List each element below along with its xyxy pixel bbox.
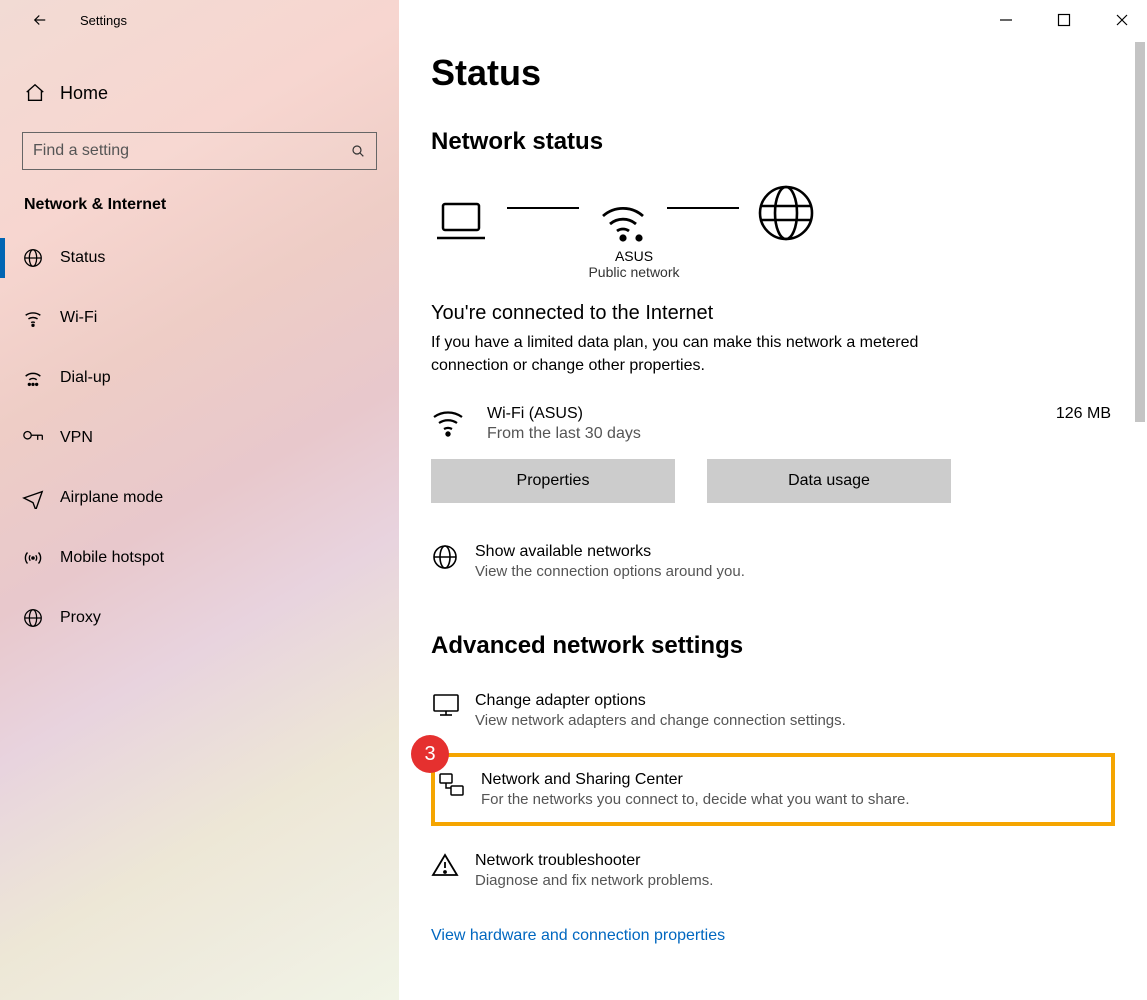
change-adapter-options[interactable]: Change adapter options View network adap… <box>431 688 1115 733</box>
wifi-usage: 126 MB <box>1056 405 1111 423</box>
wifi-name: Wi-Fi (ASUS) <box>487 405 1056 423</box>
sidebar-item-label: Mobile hotspot <box>60 549 164 567</box>
globe-icon <box>22 247 44 269</box>
minimize-icon <box>999 13 1013 27</box>
link-title: Network and Sharing Center <box>481 771 910 789</box>
adapter-icon <box>431 692 461 718</box>
link-title: Change adapter options <box>475 692 846 710</box>
scrollbar-thumb[interactable] <box>1135 42 1145 422</box>
internet-globe-icon <box>757 184 815 242</box>
sidebar-item-hotspot[interactable]: Mobile hotspot <box>0 528 399 588</box>
view-hardware-link[interactable]: View hardware and connection properties <box>431 927 725 945</box>
sidebar-item-label: Proxy <box>60 609 101 627</box>
sidebar-item-label: Wi-Fi <box>60 309 97 327</box>
wifi-icon <box>22 307 44 329</box>
home-label: Home <box>60 83 108 104</box>
maximize-icon <box>1057 13 1071 27</box>
link-sub: For the networks you connect to, decide … <box>481 791 910 808</box>
maximize-button[interactable] <box>1051 13 1077 27</box>
warning-icon <box>431 852 459 878</box>
page-title: Status <box>431 52 1115 94</box>
sidebar-item-label: Status <box>60 249 105 267</box>
search-input[interactable] <box>33 142 350 160</box>
data-usage-button[interactable]: Data usage <box>707 459 951 503</box>
show-available-networks[interactable]: Show available networks View the connect… <box>431 539 1115 584</box>
sidebar-item-label: Dial-up <box>60 369 111 387</box>
close-icon <box>1115 13 1129 27</box>
search-icon <box>350 143 366 159</box>
sidebar: Settings Home Network & Internet Status … <box>0 0 399 1000</box>
link-sub: View network adapters and change connect… <box>475 712 846 729</box>
back-button[interactable] <box>20 0 60 40</box>
wifi-usage-row: Wi-Fi (ASUS) From the last 30 days 126 M… <box>431 405 1115 443</box>
sidebar-section-title: Network & Internet <box>0 170 399 228</box>
highlight-step-3: 3 Network and Sharing Center For the net… <box>431 753 1115 826</box>
wifi-sub: From the last 30 days <box>487 425 1056 443</box>
diagram-network-type: Public network <box>579 264 689 280</box>
search-box[interactable] <box>22 132 377 170</box>
laptop-icon <box>433 198 489 242</box>
minimize-button[interactable] <box>993 13 1019 27</box>
network-sharing-center[interactable]: Network and Sharing Center For the netwo… <box>437 767 1105 812</box>
properties-button[interactable]: Properties <box>431 459 675 503</box>
link-sub: Diagnose and fix network problems. <box>475 872 713 889</box>
wifi-signal-icon <box>597 198 649 242</box>
close-button[interactable] <box>1109 13 1135 27</box>
network-status-heading: Network status <box>431 128 1115 156</box>
hotspot-icon <box>22 547 44 569</box>
sidebar-item-label: Airplane mode <box>60 489 163 507</box>
wifi-icon <box>431 407 465 437</box>
network-troubleshooter[interactable]: Network troubleshooter Diagnose and fix … <box>431 848 1115 893</box>
connected-desc: If you have a limited data plan, you can… <box>431 331 951 377</box>
dialup-icon <box>22 367 44 389</box>
arrow-left-icon <box>31 11 49 29</box>
home-icon <box>24 82 46 104</box>
main-content: Status Network status ASUS Public networ… <box>399 0 1147 1000</box>
advanced-heading: Advanced network settings <box>431 632 1115 660</box>
sidebar-item-label: VPN <box>60 429 93 447</box>
network-diagram <box>433 182 1115 242</box>
globe-icon <box>431 543 459 571</box>
window-title: Settings <box>80 13 127 28</box>
sidebar-item-vpn[interactable]: VPN <box>0 408 399 468</box>
sidebar-home[interactable]: Home <box>0 72 399 114</box>
airplane-icon <box>22 487 44 509</box>
connected-heading: You're connected to the Internet <box>431 302 1115 325</box>
sidebar-item-status[interactable]: Status <box>0 228 399 288</box>
proxy-icon <box>22 607 44 629</box>
sharing-icon <box>437 771 467 799</box>
scrollbar[interactable] <box>1133 42 1147 996</box>
vpn-icon <box>22 428 46 448</box>
diagram-ssid: ASUS <box>579 248 689 264</box>
link-sub: View the connection options around you. <box>475 563 745 580</box>
sidebar-item-proxy[interactable]: Proxy <box>0 588 399 648</box>
sidebar-item-dialup[interactable]: Dial-up <box>0 348 399 408</box>
link-title: Network troubleshooter <box>475 852 713 870</box>
link-title: Show available networks <box>475 543 745 561</box>
sidebar-item-wifi[interactable]: Wi-Fi <box>0 288 399 348</box>
sidebar-item-airplane[interactable]: Airplane mode <box>0 468 399 528</box>
